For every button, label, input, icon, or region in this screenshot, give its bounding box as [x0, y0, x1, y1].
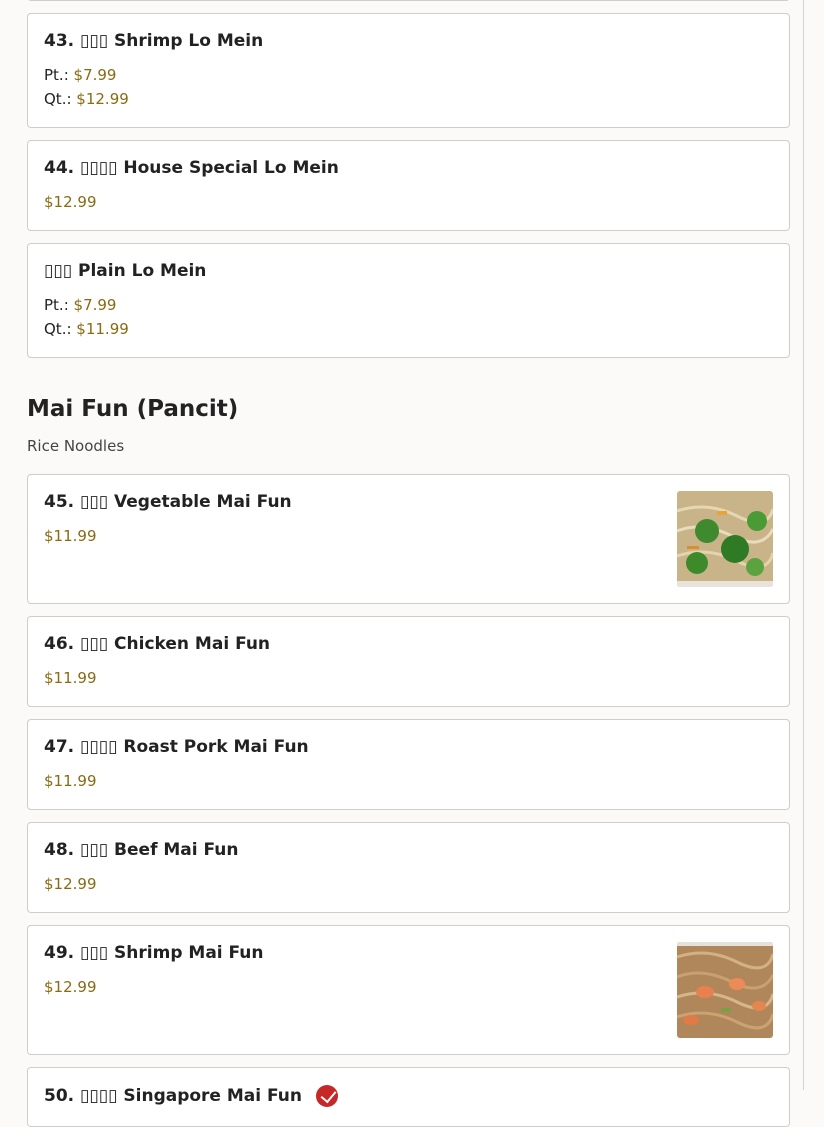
menu-item-card[interactable]: 44. ▯▯▯▯ House Special Lo Mein $12.99: [27, 140, 790, 231]
item-name: Roast Pork Mai Fun: [123, 737, 309, 757]
item-chinese-name: ▯▯▯: [44, 261, 73, 281]
menu-item-title: 49. ▯▯▯ Shrimp Mai Fun: [44, 943, 264, 963]
menu-item-card[interactable]: 50. ▯▯▯▯ Singapore Mai Fun: [27, 1067, 790, 1127]
item-price: $11.99: [44, 772, 97, 790]
item-chinese-name: ▯▯▯▯: [80, 737, 118, 757]
item-name: Shrimp Lo Mein: [114, 31, 264, 51]
item-name: Vegetable Mai Fun: [114, 492, 292, 512]
section-subtitle: Rice Noodles: [27, 437, 125, 455]
menu-item-card[interactable]: 47. ▯▯▯▯ Roast Pork Mai Fun $11.99: [27, 719, 790, 810]
item-number: 44.: [44, 158, 75, 178]
item-price: $12.99: [44, 875, 97, 893]
price-quart: Qt.: $12.99: [44, 90, 129, 108]
price-pint: Pt.: $7.99: [44, 66, 117, 84]
food-image: [677, 942, 773, 1038]
item-number: 47.: [44, 737, 75, 757]
price-quart: Qt.: $11.99: [44, 320, 129, 338]
menu-item-title: 48. ▯▯▯ Beef Mai Fun: [44, 840, 238, 860]
menu-item-title: 44. ▯▯▯▯ House Special Lo Mein: [44, 158, 339, 178]
scrollbar-track[interactable]: [803, 0, 804, 1090]
shrimp-mai-fun-photo[interactable]: [677, 942, 773, 1038]
menu-item-card-partial[interactable]: [27, 0, 790, 1]
section-title: Mai Fun (Pancit): [27, 396, 239, 422]
price-pint: Pt.: $7.99: [44, 296, 117, 314]
item-price: $11.99: [44, 527, 97, 545]
item-chinese-name: ▯▯▯: [80, 31, 109, 51]
item-number: 46.: [44, 634, 75, 654]
item-number: 48.: [44, 840, 75, 860]
item-price: $12.99: [44, 193, 97, 211]
item-price: $12.99: [44, 978, 97, 996]
item-name: Plain Lo Mein: [78, 261, 207, 281]
menu-item-title: 43. ▯▯▯ Shrimp Lo Mein: [44, 31, 263, 51]
menu-item-card[interactable]: ▯▯▯ Plain Lo Mein Pt.: $7.99 Qt.: $11.99: [27, 243, 790, 358]
item-name: Beef Mai Fun: [114, 840, 239, 860]
item-name: House Special Lo Mein: [123, 158, 339, 178]
item-chinese-name: ▯▯▯▯: [80, 158, 118, 178]
menu-item-title: 45. ▯▯▯ Vegetable Mai Fun: [44, 492, 292, 512]
menu-item-card[interactable]: 46. ▯▯▯ Chicken Mai Fun $11.99: [27, 616, 790, 707]
item-name: Shrimp Mai Fun: [114, 943, 264, 963]
item-number: 50.: [44, 1086, 75, 1106]
item-chinese-name: ▯▯▯: [80, 943, 109, 963]
item-number: 43.: [44, 31, 75, 51]
item-chinese-name: ▯▯▯: [80, 634, 109, 654]
menu-item-card[interactable]: 49. ▯▯▯ Shrimp Mai Fun $12.99: [27, 925, 790, 1055]
item-chinese-name: ▯▯▯: [80, 492, 109, 512]
menu-item-card[interactable]: 43. ▯▯▯ Shrimp Lo Mein Pt.: $7.99 Qt.: $…: [27, 13, 790, 128]
item-chinese-name: ▯▯▯▯: [80, 1086, 118, 1106]
menu-item-card[interactable]: 48. ▯▯▯ Beef Mai Fun $12.99: [27, 822, 790, 913]
menu-item-title: 46. ▯▯▯ Chicken Mai Fun: [44, 634, 270, 654]
item-price: $11.99: [44, 669, 97, 687]
item-chinese-name: ▯▯▯: [80, 840, 109, 860]
item-name: Singapore Mai Fun: [123, 1086, 302, 1106]
menu-item-title: 50. ▯▯▯▯ Singapore Mai Fun: [44, 1085, 338, 1107]
menu-item-card[interactable]: 45. ▯▯▯ Vegetable Mai Fun $11.99: [27, 474, 790, 604]
spicy-icon: [315, 1085, 338, 1107]
food-image: [677, 491, 773, 587]
item-number: 49.: [44, 943, 75, 963]
item-number: 45.: [44, 492, 75, 512]
item-name: Chicken Mai Fun: [114, 634, 271, 654]
vegetable-mai-fun-photo[interactable]: [677, 491, 773, 587]
menu-item-title: 47. ▯▯▯▯ Roast Pork Mai Fun: [44, 737, 309, 757]
menu-item-title: ▯▯▯ Plain Lo Mein: [44, 261, 206, 281]
